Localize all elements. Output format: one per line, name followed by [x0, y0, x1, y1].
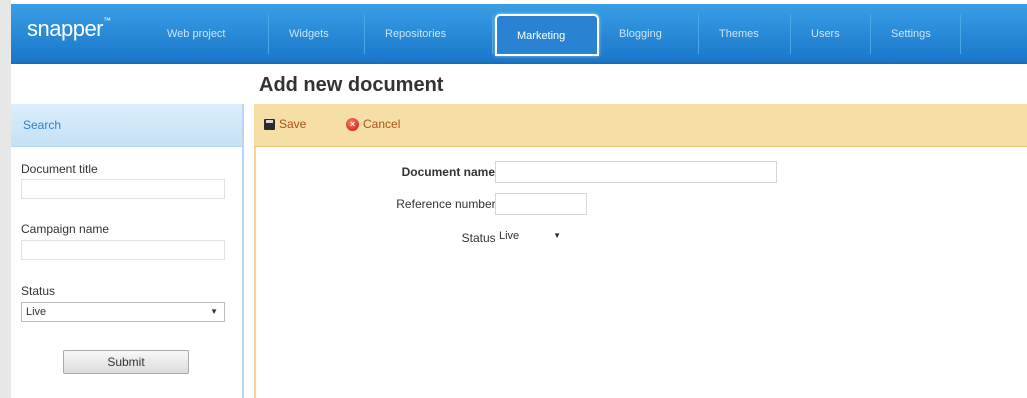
tab-settings[interactable]: Settings — [871, 14, 961, 54]
tab-marketing[interactable]: Marketing — [495, 14, 599, 56]
snapper-logo[interactable]: snapper™ — [27, 16, 111, 42]
document-title-input[interactable] — [21, 179, 225, 199]
tab-widgets[interactable]: Widgets — [269, 14, 365, 54]
app-window: snapper™ Web project Widgets Repositorie… — [11, 0, 1027, 398]
document-name-label: Document name: — [401, 165, 499, 179]
chevron-down-icon: ▼ — [210, 307, 218, 316]
tab-users[interactable]: Users — [791, 14, 871, 54]
document-name-input[interactable] — [495, 161, 777, 183]
form-status-value: Live — [499, 230, 520, 242]
status-select[interactable]: Live ▼ — [21, 302, 225, 322]
form-status-select[interactable]: Live ▼ — [495, 227, 567, 247]
sidebar-header: Search — [11, 104, 242, 147]
top-navigation-bar: snapper™ Web project Widgets Repositorie… — [11, 4, 1027, 64]
search-sidebar: Search Document title Campaign name Stat… — [11, 104, 244, 398]
logo-mark: ™ — [103, 16, 111, 25]
document-form: Document name: Reference number: Status:… — [254, 147, 1027, 398]
page-title: Add new document — [259, 74, 444, 96]
logo-text: snapper — [27, 16, 104, 41]
tab-repositories[interactable]: Repositories — [365, 14, 493, 54]
tab-blogging[interactable]: Blogging — [599, 14, 699, 54]
submit-button[interactable]: Submit — [63, 350, 189, 374]
status-select-value: Live — [26, 306, 47, 318]
floppy-disk-icon — [264, 118, 275, 130]
save-button[interactable]: Save — [264, 117, 306, 131]
main-tabs: Web project Widgets Repositories Marketi… — [147, 14, 961, 56]
save-label: Save — [279, 117, 307, 131]
cancel-button[interactable]: × Cancel — [346, 117, 400, 131]
status-label: Status — [21, 284, 56, 298]
reference-number-input[interactable] — [495, 193, 587, 215]
chevron-down-icon: ▼ — [553, 231, 561, 240]
document-title-label: Document title — [21, 162, 98, 176]
cancel-label: Cancel — [363, 117, 401, 131]
reference-number-label: Reference number: — [396, 197, 499, 211]
form-status-label: Status: — [461, 231, 499, 245]
tab-themes[interactable]: Themes — [699, 14, 791, 54]
document-toolbar: Save × Cancel — [254, 104, 1027, 147]
campaign-name-input[interactable] — [21, 240, 225, 260]
campaign-name-label: Campaign name — [21, 222, 110, 236]
cancel-icon: × — [346, 117, 359, 131]
tab-web-project[interactable]: Web project — [147, 14, 269, 54]
